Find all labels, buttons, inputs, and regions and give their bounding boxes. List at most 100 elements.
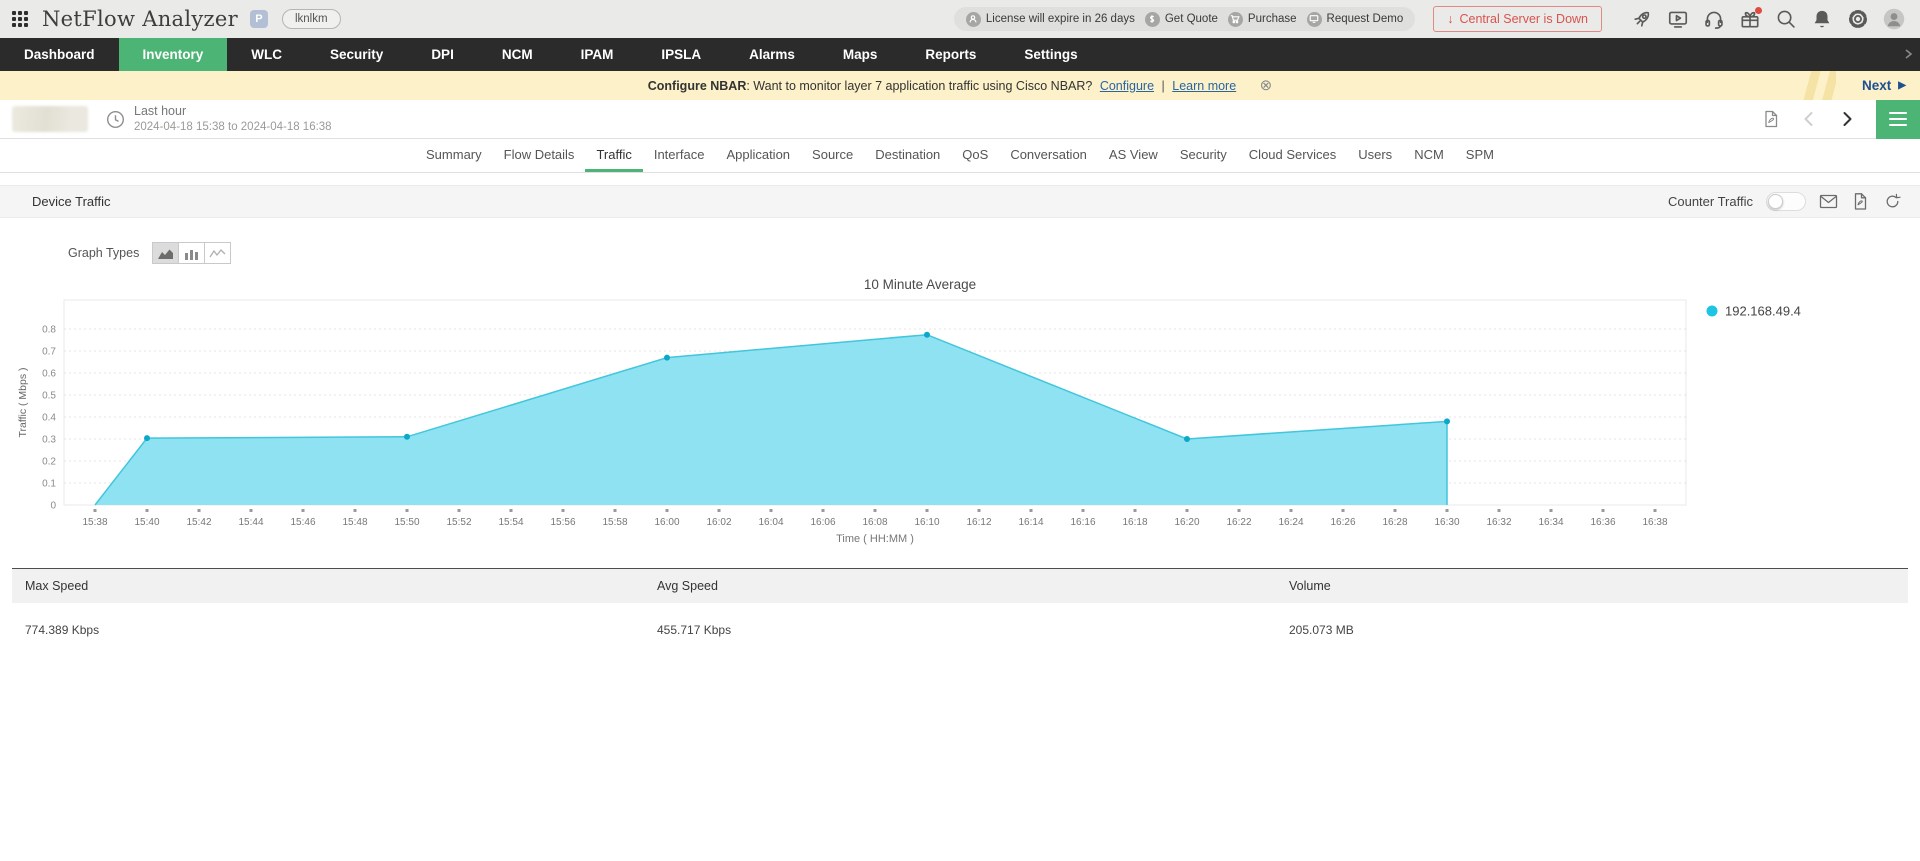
graph-type-area-button[interactable]	[152, 242, 180, 264]
nav-item-ipam[interactable]: IPAM	[557, 38, 638, 71]
bell-icon[interactable]	[1811, 8, 1833, 30]
dollar-icon	[1144, 11, 1160, 27]
tab-qos[interactable]: QoS	[951, 139, 999, 172]
purchase-link[interactable]: Purchase	[1227, 11, 1297, 27]
banner-message: : Want to monitor layer 7 application tr…	[746, 79, 1093, 93]
prev-chevron-icon[interactable]	[1799, 109, 1819, 129]
gift-icon[interactable]	[1739, 7, 1762, 30]
nav-item-reports[interactable]: Reports	[901, 38, 1000, 71]
banner-chevron-decoration	[1802, 71, 1836, 100]
banner-dismiss-icon[interactable]: ⊗	[1260, 77, 1273, 94]
svg-text:15:40: 15:40	[134, 517, 159, 528]
svg-text:0.3: 0.3	[42, 435, 56, 446]
device-traffic-section-header: Device Traffic Counter Traffic	[0, 185, 1920, 218]
export-pdf-icon[interactable]	[1761, 109, 1781, 129]
down-arrow-icon: ↓	[1447, 12, 1454, 26]
graph-type-line-button[interactable]	[204, 242, 232, 264]
svg-text:16:36: 16:36	[1590, 517, 1615, 528]
refresh-icon[interactable]	[1883, 192, 1902, 211]
tab-as-view[interactable]: AS View	[1098, 139, 1169, 172]
tab-summary[interactable]: Summary	[415, 139, 493, 172]
topbar: NetFlow Analyzer P lknlkm License will e…	[0, 0, 1920, 38]
svg-text:0.5: 0.5	[42, 391, 56, 402]
play-icon: ▶	[1898, 80, 1906, 91]
product-badge: P	[249, 10, 268, 28]
svg-text:16:32: 16:32	[1486, 517, 1511, 528]
svg-text:16:10: 16:10	[914, 517, 939, 528]
tab-conversation[interactable]: Conversation	[999, 139, 1098, 172]
svg-text:0.2: 0.2	[42, 457, 56, 468]
headset-icon[interactable]	[1703, 8, 1725, 30]
presentation-icon[interactable]	[1667, 8, 1689, 30]
svg-text:16:24: 16:24	[1278, 517, 1303, 528]
tab-application[interactable]: Application	[715, 139, 801, 172]
tab-cloud-services[interactable]: Cloud Services	[1238, 139, 1347, 172]
apps-grid-icon[interactable]	[12, 11, 28, 27]
avatar[interactable]	[1883, 8, 1905, 30]
nav-item-wlc[interactable]: WLC	[227, 38, 306, 71]
svg-text:16:06: 16:06	[810, 517, 835, 528]
nav-item-inventory[interactable]: Inventory	[118, 38, 228, 71]
next-chevron-icon[interactable]	[1837, 109, 1857, 129]
nav-item-maps[interactable]: Maps	[819, 38, 902, 71]
user-pill[interactable]: lknlkm	[281, 9, 341, 29]
cell-volume: 205.073 MB	[1289, 623, 1354, 637]
request-demo-link[interactable]: Request Demo	[1306, 11, 1403, 27]
search-icon[interactable]	[1775, 8, 1797, 30]
tab-interface[interactable]: Interface	[643, 139, 716, 172]
nav-item-dashboard[interactable]: Dashboard	[0, 38, 119, 71]
svg-text:15:42: 15:42	[186, 517, 211, 528]
svg-text:16:22: 16:22	[1226, 517, 1251, 528]
main-navbar: Dashboard Inventory WLC Security DPI NCM…	[0, 38, 1920, 71]
traffic-summary-table: Max Speed Avg Speed Volume 774.389 Kbps …	[12, 568, 1908, 647]
tab-flow-details[interactable]: Flow Details	[493, 139, 586, 172]
nav-item-ncm[interactable]: NCM	[478, 38, 557, 71]
tab-spm[interactable]: SPM	[1455, 139, 1505, 172]
tab-ncm[interactable]: NCM	[1403, 139, 1455, 172]
time-range-label: Last hour	[134, 104, 187, 118]
tab-traffic[interactable]: Traffic	[585, 139, 643, 172]
nav-item-security[interactable]: Security	[306, 38, 407, 71]
banner-bold: Configure NBAR	[647, 79, 747, 93]
email-icon[interactable]	[1819, 192, 1838, 211]
tab-destination[interactable]: Destination	[864, 139, 951, 172]
graph-type-bar-button[interactable]	[178, 242, 206, 264]
get-quote-link[interactable]: Get Quote	[1144, 11, 1218, 27]
svg-text:15:38: 15:38	[82, 517, 107, 528]
next-button[interactable]: Next ▶	[1862, 78, 1906, 93]
central-server-down-button[interactable]: ↓ Central Server is Down	[1433, 6, 1602, 32]
svg-text:16:00: 16:00	[654, 517, 679, 528]
learn-more-link[interactable]: Learn more	[1172, 79, 1236, 93]
nav-item-settings[interactable]: Settings	[1000, 38, 1101, 71]
tab-users[interactable]: Users	[1347, 139, 1403, 172]
nav-item-alarms[interactable]: Alarms	[725, 38, 819, 71]
svg-text:16:38: 16:38	[1642, 517, 1667, 528]
svg-text:15:44: 15:44	[238, 517, 263, 528]
configure-link[interactable]: Configure	[1100, 79, 1154, 93]
svg-text:16:34: 16:34	[1538, 517, 1563, 528]
section-title: Device Traffic	[32, 194, 111, 209]
tab-source[interactable]: Source	[801, 139, 864, 172]
gear-icon[interactable]	[1847, 8, 1869, 30]
header-avg-speed: Avg Speed	[657, 579, 718, 593]
svg-text:16:14: 16:14	[1018, 517, 1043, 528]
time-range-picker[interactable]: Last hour 2024-04-18 15:38 to 2024-04-18…	[134, 104, 332, 134]
svg-text:192.168.49.4: 192.168.49.4	[1725, 304, 1801, 319]
table-header-row: Max Speed Avg Speed Volume	[12, 568, 1908, 603]
svg-text:10 Minute Average: 10 Minute Average	[864, 277, 976, 292]
app-title: NetFlow Analyzer	[42, 7, 238, 31]
svg-text:16:04: 16:04	[758, 517, 783, 528]
license-user-icon	[965, 11, 981, 27]
svg-text:15:52: 15:52	[446, 517, 471, 528]
rocket-icon[interactable]	[1631, 8, 1653, 30]
nav-item-dpi[interactable]: DPI	[407, 38, 478, 71]
svg-text:16:26: 16:26	[1330, 517, 1355, 528]
nav-item-ipsla[interactable]: IPSLA	[637, 38, 725, 71]
counter-traffic-toggle[interactable]	[1766, 192, 1806, 211]
svg-text:15:58: 15:58	[602, 517, 627, 528]
svg-text:0.1: 0.1	[42, 479, 56, 490]
hamburger-menu-button[interactable]	[1876, 99, 1920, 139]
nav-overflow-icon[interactable]	[1902, 47, 1914, 66]
pdf-icon[interactable]	[1851, 192, 1870, 211]
tab-security[interactable]: Security	[1169, 139, 1238, 172]
